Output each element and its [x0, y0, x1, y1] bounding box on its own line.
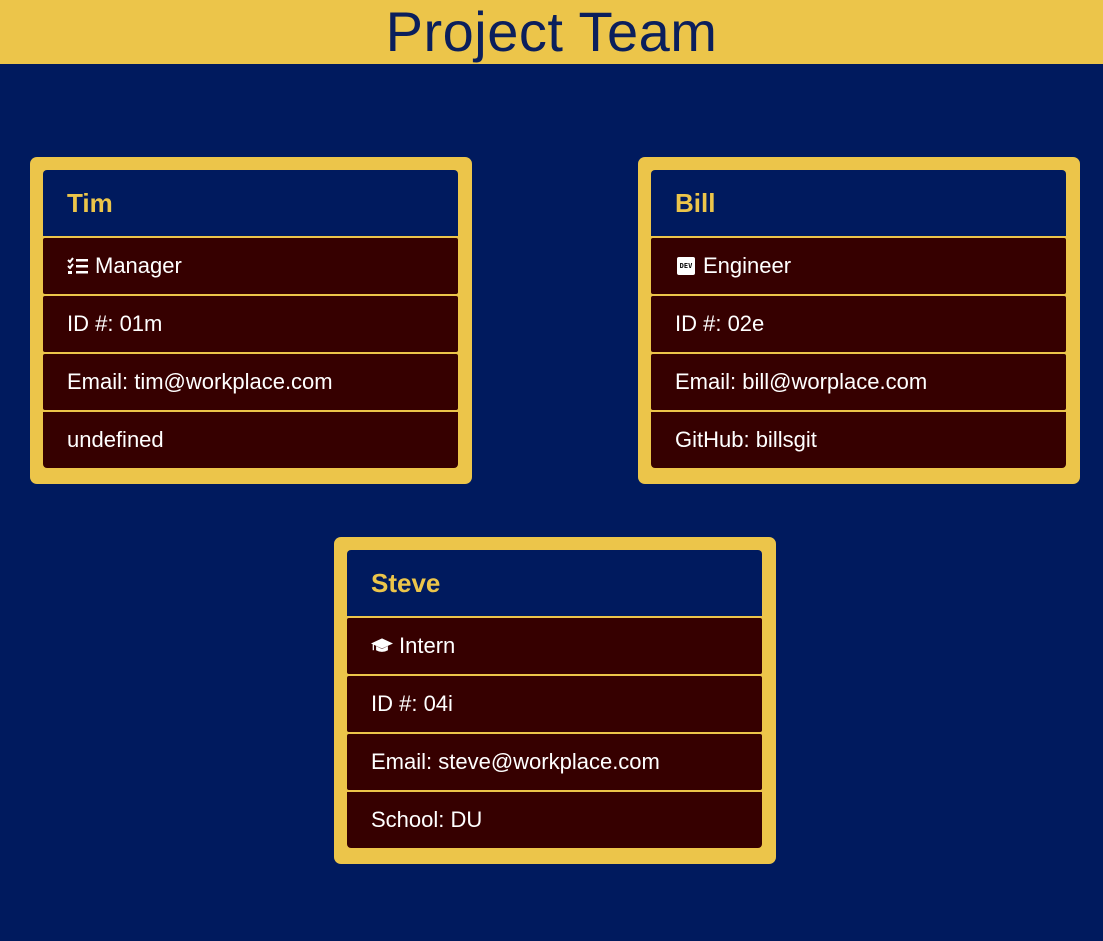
page-header: Project Team: [0, 0, 1103, 64]
employee-school: School: DU: [347, 792, 762, 848]
employee-github: GitHub: billsgit: [651, 412, 1066, 468]
employee-id: ID #: 02e: [651, 296, 1066, 352]
employee-name: Bill: [651, 170, 1066, 236]
employee-id: ID #: 04i: [347, 676, 762, 732]
employee-card-steve: Steve Intern ID #: 04i Email: steve@work…: [334, 537, 776, 864]
employee-role-row: Intern: [347, 618, 762, 674]
employee-role: Manager: [95, 253, 182, 278]
employee-extra-info: undefined: [43, 412, 458, 468]
employee-role-row: DEV Engineer: [651, 238, 1066, 294]
employee-role-row: Manager: [43, 238, 458, 294]
employee-card-tim: Tim Manager ID #: 01m Email: tim@workpla…: [30, 157, 472, 484]
employee-email: Email: bill@worplace.com: [651, 354, 1066, 410]
graduation-cap-icon: [371, 635, 393, 657]
employee-name: Steve: [347, 550, 762, 616]
employee-id: ID #: 01m: [43, 296, 458, 352]
employee-email: Email: steve@workplace.com: [347, 734, 762, 790]
employee-card-bill: Bill DEV Engineer ID #: 02e Email: bill@…: [638, 157, 1080, 484]
employee-role: Intern: [399, 633, 456, 658]
page-title: Project Team: [385, 0, 718, 63]
employee-email: Email: tim@workplace.com: [43, 354, 458, 410]
dev-badge-icon: DEV: [675, 255, 697, 277]
employee-role: Engineer: [703, 253, 792, 278]
employee-name: Tim: [43, 170, 458, 236]
task-list-icon: [67, 255, 89, 277]
